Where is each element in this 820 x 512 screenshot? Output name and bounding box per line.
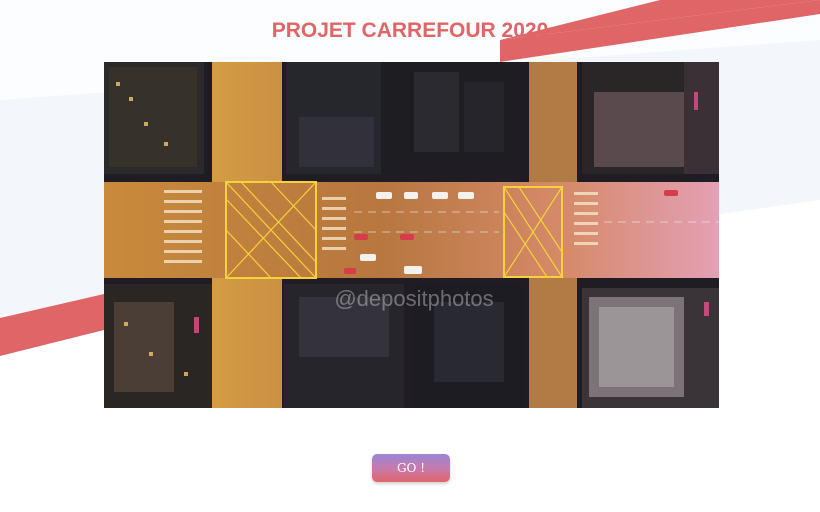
page-title: PROJET CARREFOUR 2020	[271, 19, 549, 42]
hero-image: @depositphotos	[104, 62, 719, 408]
landing-page: PROJET CARREFOUR 2020 @depositphotos GO …	[0, 0, 820, 512]
go-button[interactable]: GO !	[372, 454, 450, 482]
aerial-city-illustration: @depositphotos	[104, 62, 719, 408]
watermark-text: @depositphotos	[334, 286, 493, 311]
